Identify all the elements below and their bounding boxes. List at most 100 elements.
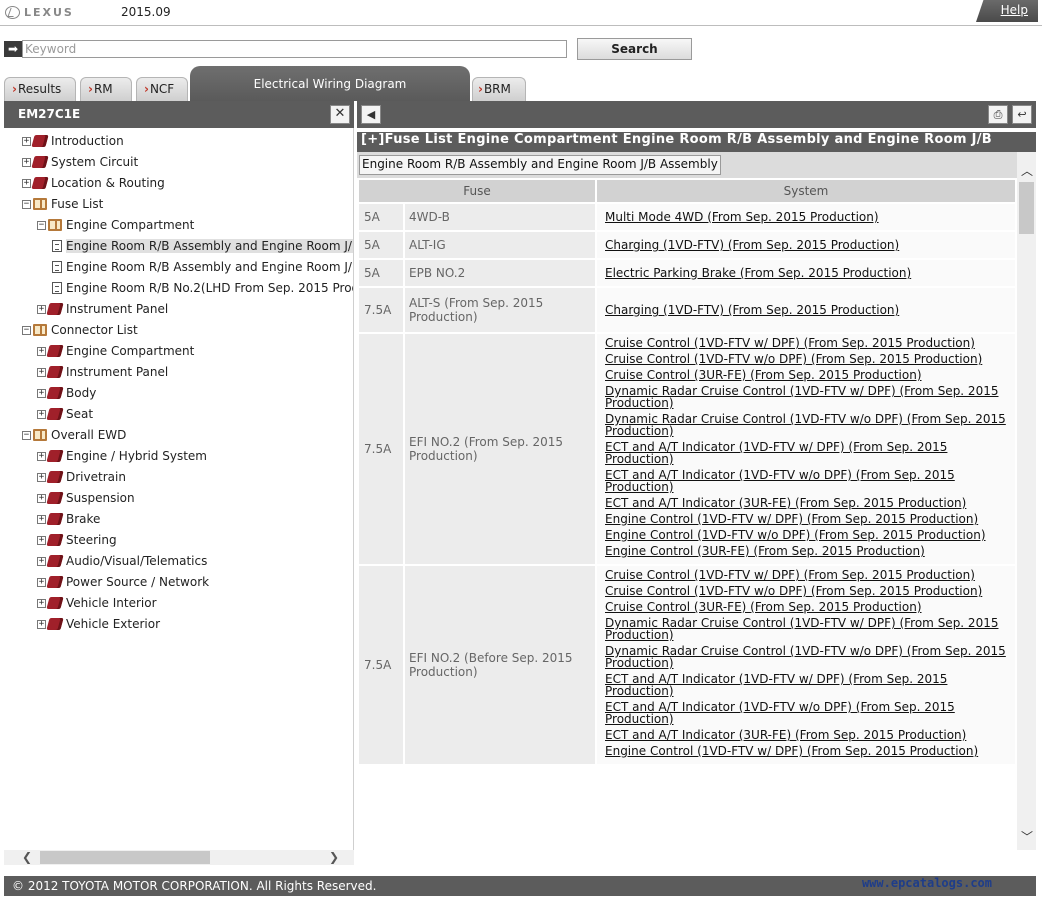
tree-item-label[interactable]: Seat bbox=[66, 407, 93, 421]
system-link[interactable]: Cruise Control (1VD-FTV w/o DPF) (From S… bbox=[605, 585, 1007, 597]
system-link[interactable]: ECT and A/T Indicator (1VD-FTV w/ DPF) (… bbox=[605, 441, 1007, 465]
tree-item-label[interactable]: Engine Compartment bbox=[66, 218, 194, 232]
tree-item[interactable]: + Seat bbox=[37, 405, 93, 423]
system-link[interactable]: Engine Control (1VD-FTV w/ DPF) (From Se… bbox=[605, 745, 1007, 757]
tree-item[interactable]: − Engine Compartment bbox=[37, 216, 194, 234]
expand-icon[interactable]: + bbox=[37, 388, 46, 398]
tree-item[interactable]: + Brake bbox=[37, 510, 100, 528]
tree-item-label[interactable]: Engine Room R/B Assembly and Engine Room… bbox=[66, 239, 353, 253]
system-link[interactable]: Cruise Control (3UR-FE) (From Sep. 2015 … bbox=[605, 369, 1007, 381]
expand-icon[interactable]: + bbox=[37, 514, 46, 524]
tree-item[interactable]: + Vehicle Exterior bbox=[37, 615, 160, 633]
tab-brm[interactable]: ›BRM bbox=[472, 77, 526, 101]
tree-item[interactable]: − Overall EWD bbox=[22, 426, 126, 444]
tree-item-label[interactable]: System Circuit bbox=[51, 155, 138, 169]
horizontal-scrollbar[interactable]: ❮ ❯ bbox=[4, 850, 354, 865]
search-input[interactable] bbox=[22, 40, 567, 58]
tree-item-label[interactable]: Instrument Panel bbox=[66, 302, 168, 316]
tree-item-label[interactable]: Engine Compartment bbox=[66, 344, 194, 358]
system-link[interactable]: Multi Mode 4WD (From Sep. 2015 Productio… bbox=[605, 211, 1007, 223]
collapse-panel-button[interactable]: ◀ bbox=[361, 105, 381, 124]
scrollbar-thumb[interactable] bbox=[1019, 182, 1034, 234]
tree-item[interactable]: + Body bbox=[37, 384, 96, 402]
system-link[interactable]: Dynamic Radar Cruise Control (1VD-FTV w/… bbox=[605, 413, 1007, 437]
tree-item[interactable]: − Connector List bbox=[22, 321, 138, 339]
scroll-down-icon[interactable]: ﹀ bbox=[1021, 828, 1033, 845]
collapse-icon[interactable]: − bbox=[22, 199, 31, 209]
tab-electrical-wiring-diagram[interactable]: Electrical Wiring Diagram bbox=[190, 66, 470, 101]
tree-item-label[interactable]: Brake bbox=[66, 512, 100, 526]
system-link[interactable]: Charging (1VD-FTV) (From Sep. 2015 Produ… bbox=[605, 304, 1007, 316]
system-link[interactable]: ECT and A/T Indicator (3UR-FE) (From Sep… bbox=[605, 497, 1007, 509]
expand-icon[interactable]: + bbox=[22, 136, 31, 146]
tree-item-label[interactable]: Power Source / Network bbox=[66, 575, 209, 589]
system-link[interactable]: Cruise Control (1VD-FTV w/ DPF) (From Se… bbox=[605, 337, 1007, 349]
search-button[interactable]: Search bbox=[577, 38, 692, 60]
collapse-icon[interactable]: − bbox=[22, 430, 31, 440]
system-link[interactable]: Cruise Control (3UR-FE) (From Sep. 2015 … bbox=[605, 601, 1007, 613]
tree-item[interactable]: − Fuse List bbox=[22, 195, 103, 213]
expand-icon[interactable]: + bbox=[37, 493, 46, 503]
collapse-icon[interactable]: − bbox=[37, 220, 46, 230]
tree-item-label[interactable]: Introduction bbox=[51, 134, 124, 148]
system-link[interactable]: Engine Control (3UR-FE) (From Sep. 2015 … bbox=[605, 545, 1007, 557]
system-link[interactable]: ECT and A/T Indicator (1VD-FTV w/o DPF) … bbox=[605, 469, 1007, 493]
system-link[interactable]: Dynamic Radar Cruise Control (1VD-FTV w/… bbox=[605, 617, 1007, 641]
back-icon[interactable]: ↩ bbox=[1012, 105, 1032, 124]
system-link[interactable]: Engine Control (1VD-FTV w/ DPF) (From Se… bbox=[605, 513, 1007, 525]
system-link[interactable]: Charging (1VD-FTV) (From Sep. 2015 Produ… bbox=[605, 239, 1007, 251]
tree-item-label[interactable]: Overall EWD bbox=[51, 428, 126, 442]
expand-icon[interactable]: + bbox=[37, 619, 46, 629]
vertical-scrollbar[interactable]: ︿ ﹀ bbox=[1017, 152, 1036, 850]
tree-item-label[interactable]: Instrument Panel bbox=[66, 365, 168, 379]
expand-icon[interactable]: + bbox=[37, 535, 46, 545]
tree-item[interactable]: + Introduction bbox=[22, 132, 124, 150]
tree-item[interactable]: + Vehicle Interior bbox=[37, 594, 157, 612]
expand-icon[interactable]: + bbox=[37, 577, 46, 587]
tree-item[interactable]: + Engine / Hybrid System bbox=[37, 447, 207, 465]
tree-item[interactable]: Engine Room R/B No.2(LHD From Sep. 2015 … bbox=[52, 279, 353, 297]
system-link[interactable]: Dynamic Radar Cruise Control (1VD-FTV w/… bbox=[605, 645, 1007, 669]
system-link[interactable]: Cruise Control (1VD-FTV w/o DPF) (From S… bbox=[605, 353, 1007, 365]
expand-icon[interactable]: + bbox=[37, 598, 46, 608]
system-link[interactable]: Dynamic Radar Cruise Control (1VD-FTV w/… bbox=[605, 385, 1007, 409]
tree-item[interactable]: + Engine Compartment bbox=[37, 342, 194, 360]
expand-icon[interactable]: + bbox=[37, 346, 46, 356]
tree-item-label[interactable]: Drivetrain bbox=[66, 470, 126, 484]
expand-icon[interactable]: + bbox=[37, 556, 46, 566]
print-icon[interactable]: ⎙ bbox=[988, 105, 1008, 124]
tree-item-label[interactable]: Suspension bbox=[66, 491, 135, 505]
tree-item[interactable]: + Drivetrain bbox=[37, 468, 126, 486]
scroll-up-icon[interactable]: ︿ bbox=[1021, 162, 1033, 179]
expand-icon[interactable]: + bbox=[37, 409, 46, 419]
tree-item[interactable]: + Instrument Panel bbox=[37, 300, 168, 318]
tree-item-label[interactable]: Location & Routing bbox=[51, 176, 165, 190]
expand-icon[interactable]: + bbox=[37, 367, 46, 377]
collapse-icon[interactable]: − bbox=[22, 325, 31, 335]
tree-item-label[interactable]: Engine Room R/B Assembly and Engine Room… bbox=[66, 260, 353, 274]
scroll-right-icon[interactable]: ❯ bbox=[329, 850, 339, 864]
system-link[interactable]: ECT and A/T Indicator (1VD-FTV w/o DPF) … bbox=[605, 701, 1007, 725]
tab-ncf[interactable]: ›NCF bbox=[136, 77, 188, 101]
tree-item-label[interactable]: Connector List bbox=[51, 323, 138, 337]
system-link[interactable]: Engine Control (1VD-FTV w/o DPF) (From S… bbox=[605, 529, 1007, 541]
tree-item[interactable]: Engine Room R/B Assembly and Engine Room… bbox=[52, 258, 353, 276]
tree-item[interactable]: Engine Room R/B Assembly and Engine Room… bbox=[52, 237, 353, 255]
system-link[interactable]: Cruise Control (1VD-FTV w/ DPF) (From Se… bbox=[605, 569, 1007, 581]
expand-icon[interactable]: + bbox=[37, 304, 46, 314]
tree-item-label[interactable]: Fuse List bbox=[51, 197, 103, 211]
tree-item-label[interactable]: Steering bbox=[66, 533, 117, 547]
system-link[interactable]: Electric Parking Brake (From Sep. 2015 P… bbox=[605, 267, 1007, 279]
tree-item[interactable]: + Steering bbox=[37, 531, 117, 549]
scrollbar-thumb[interactable] bbox=[40, 851, 210, 864]
tab-rm[interactable]: ›RM bbox=[80, 77, 132, 101]
expand-icon[interactable]: + bbox=[37, 451, 46, 461]
help-tab[interactable]: Help bbox=[976, 0, 1038, 22]
tree-item[interactable]: + Location & Routing bbox=[22, 174, 165, 192]
scroll-left-icon[interactable]: ❮ bbox=[22, 850, 32, 864]
tree-item-label[interactable]: Engine / Hybrid System bbox=[66, 449, 207, 463]
expand-icon[interactable]: + bbox=[22, 157, 31, 167]
tab-results[interactable]: ›Results bbox=[4, 77, 76, 101]
tree-item[interactable]: + Audio/Visual/Telematics bbox=[37, 552, 207, 570]
system-link[interactable]: ECT and A/T Indicator (1VD-FTV w/ DPF) (… bbox=[605, 673, 1007, 697]
